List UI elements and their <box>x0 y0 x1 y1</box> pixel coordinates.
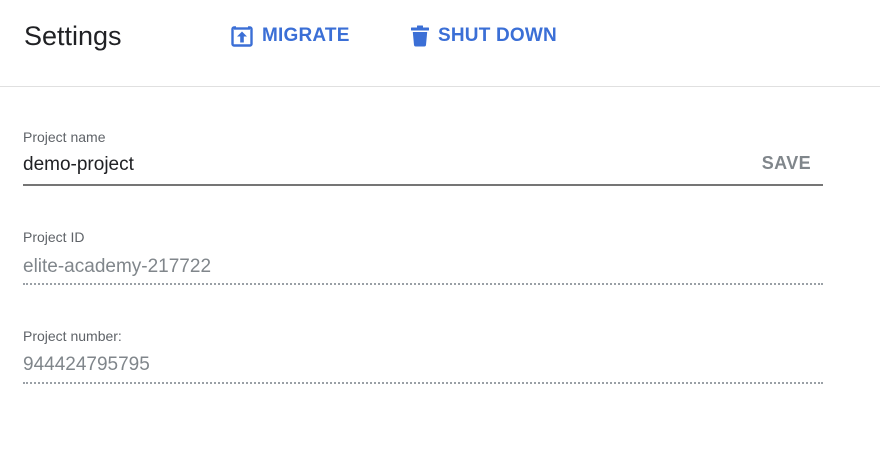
shut-down-button[interactable]: SHUT DOWN <box>411 22 557 50</box>
migrate-label: MIGRATE <box>262 25 350 46</box>
save-button[interactable]: SAVE <box>762 153 811 174</box>
project-id-field: Project ID elite-academy-217722 <box>23 226 823 288</box>
project-id-divider <box>23 283 823 285</box>
project-name-label: Project name <box>23 129 106 145</box>
migrate-button[interactable]: MIGRATE <box>231 22 350 50</box>
page-title: Settings <box>24 21 122 51</box>
project-number-value: 944424795795 <box>23 354 150 375</box>
project-id-label: Project ID <box>23 229 85 245</box>
project-id-value: elite-academy-217722 <box>23 256 212 277</box>
shut-down-label: SHUT DOWN <box>438 25 557 46</box>
project-name-field[interactable]: Project name demo-project SAVE <box>23 126 823 188</box>
settings-header: Settings MIGRATE SHUT DOWN <box>0 0 880 87</box>
trash-icon <box>411 25 429 47</box>
project-number-label: Project number: <box>23 328 122 344</box>
upload-box-icon <box>231 25 253 47</box>
project-number-divider <box>23 382 823 384</box>
project-name-underline <box>23 184 823 186</box>
project-number-field: Project number: 944424795795 <box>23 326 823 388</box>
project-name-input[interactable]: demo-project <box>23 154 134 176</box>
settings-page: Settings MIGRATE SHUT DOWN Project name … <box>0 0 880 464</box>
